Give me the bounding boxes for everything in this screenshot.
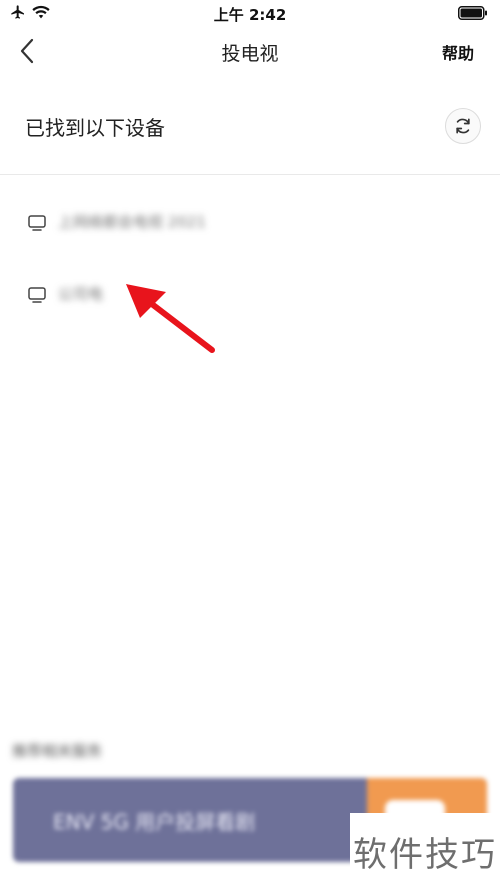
section-title: 已找到以下设备 — [25, 116, 165, 140]
found-devices-header: 已找到以下设备 — [0, 98, 500, 156]
divider — [0, 174, 500, 175]
nav-bar: 投电视 帮助 — [0, 26, 500, 78]
ad-banner-text: ENV 5G 用户投屏看剧 — [53, 810, 256, 834]
page-title: 投电视 — [221, 43, 279, 65]
refresh-icon — [456, 118, 470, 134]
device-item[interactable]: 公司电 — [0, 267, 500, 339]
ad-label: 推荐相关服务 — [12, 742, 103, 760]
watermark-text: 软件技巧 — [353, 834, 497, 875]
refresh-button[interactable] — [445, 108, 481, 144]
watermark: 软件技巧 — [350, 813, 500, 889]
status-time: 上午 2:42 — [213, 6, 287, 24]
device-name: 上网络都会电视 2021 — [58, 213, 206, 231]
device-item[interactable]: 上网络都会电视 2021 — [0, 195, 500, 267]
tv-icon — [28, 215, 46, 231]
status-bar: 上午 2:42 — [0, 0, 500, 26]
device-list: 上网络都会电视 2021 公司电 — [0, 195, 500, 339]
tv-icon — [28, 287, 46, 303]
status-right — [458, 5, 488, 24]
annotation-arrow-icon — [126, 284, 215, 353]
battery-icon — [458, 6, 487, 20]
device-name: 公司电 — [58, 285, 104, 303]
help-button[interactable]: 帮助 — [442, 40, 474, 64]
